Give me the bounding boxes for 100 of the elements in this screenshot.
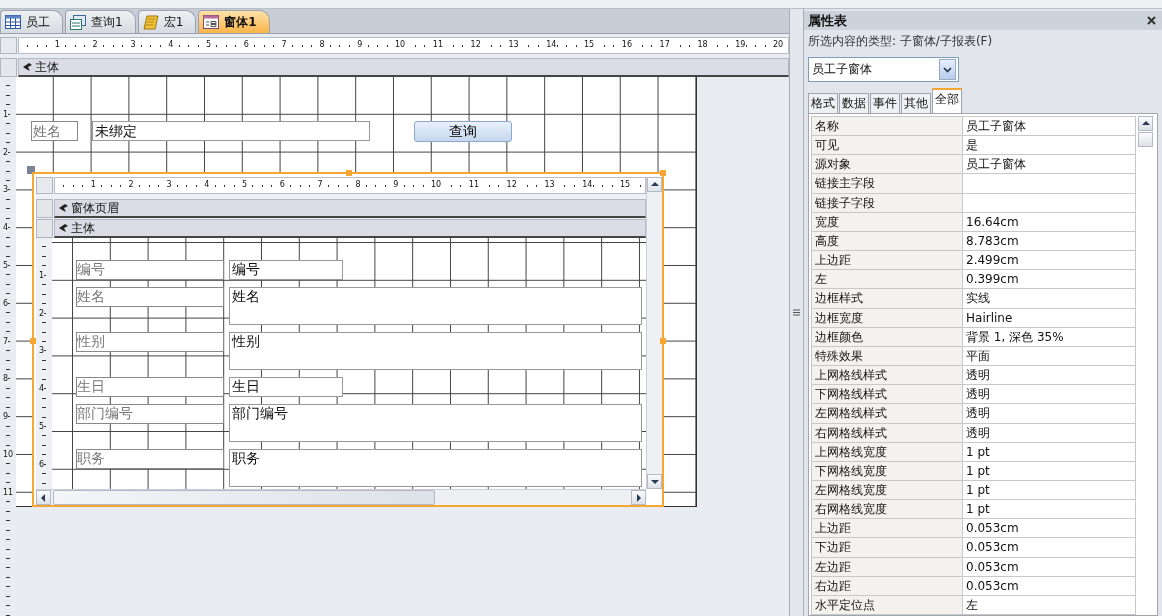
property-value[interactable]: 0.053cm <box>963 519 1136 538</box>
section-bar[interactable]: 主体 <box>54 219 646 238</box>
property-name: 左 <box>811 270 963 289</box>
property-value[interactable]: 员工子窗体 <box>963 155 1136 174</box>
ruler-number: 3 <box>3 185 9 196</box>
ruler-number: 6 <box>242 39 250 50</box>
property-name: 下网格线样式 <box>811 385 963 404</box>
panel-title: 属性表 <box>808 11 847 30</box>
section-selector[interactable] <box>0 58 17 77</box>
ruler-number: 2 <box>3 147 9 158</box>
ruler-number: 4 <box>3 223 9 234</box>
selection-type-label: 所选内容的类型: 子窗体/子报表(F) <box>808 33 994 50</box>
close-icon[interactable] <box>1147 16 1156 25</box>
property-name: 名称 <box>811 117 963 136</box>
property-value[interactable]: 是 <box>963 136 1136 155</box>
scroll-up-button[interactable] <box>1138 116 1153 131</box>
text-box[interactable]: 未绑定 <box>92 121 370 141</box>
ruler-number: 20 <box>772 39 785 50</box>
scroll-icon <box>142 14 159 30</box>
scroll-thumb[interactable] <box>1138 132 1153 147</box>
ruler-number: 9 <box>3 412 9 423</box>
ruler-number: 19 <box>734 39 747 50</box>
scroll-left-button[interactable] <box>36 490 51 505</box>
text-box[interactable]: 姓名 <box>229 287 642 325</box>
horizontal-scrollbar[interactable] <box>36 489 646 505</box>
property-name: 上网格线样式 <box>811 366 963 385</box>
query-button[interactable]: 查询 <box>414 121 512 142</box>
property-name: 可见 <box>811 136 963 155</box>
property-tab[interactable]: 全部 <box>932 88 962 113</box>
move-handle[interactable] <box>27 166 35 174</box>
property-tab[interactable]: 其他 <box>901 93 931 113</box>
text-box[interactable]: 部门编号 <box>229 404 642 442</box>
field-label: 性别 <box>76 332 224 352</box>
field-label: 生日 <box>76 377 224 397</box>
property-value[interactable]: 透明 <box>963 404 1136 423</box>
scroll-right-button[interactable] <box>631 490 646 505</box>
section-selector[interactable] <box>36 199 53 218</box>
text-box[interactable]: 性别 <box>229 332 642 370</box>
resize-handle[interactable] <box>30 338 36 344</box>
ruler-corner[interactable] <box>0 37 17 54</box>
ruler-number: 8 <box>3 374 9 385</box>
ruler-number: 7 <box>3 336 9 347</box>
ruler-corner[interactable] <box>36 177 53 194</box>
chevron-down-icon <box>943 66 952 73</box>
document-tab[interactable]: 宏1 <box>137 10 197 33</box>
ruler-number: 5 <box>241 179 249 190</box>
grip-icon <box>793 309 800 316</box>
ruler-number: 1 <box>3 109 9 120</box>
vertical-scrollbar[interactable] <box>646 177 662 489</box>
ruler-number: 4 <box>203 179 211 190</box>
property-value[interactable]: 0.399cm <box>963 270 1136 289</box>
ruler-number: 5 <box>205 39 213 50</box>
scroll-thumb[interactable] <box>53 490 435 505</box>
field-label: 姓名 <box>76 287 224 307</box>
scroll-down-button[interactable] <box>647 474 662 489</box>
ruler-number: 2 <box>39 308 45 319</box>
ruler-number: 9 <box>392 179 400 190</box>
property-name: 左网格线样式 <box>811 404 963 423</box>
property-value[interactable]: 2.499cm <box>963 251 1136 270</box>
text-box[interactable]: 编号 <box>229 260 343 280</box>
field-label: 部门编号 <box>76 404 224 424</box>
property-tab[interactable]: 格式 <box>808 93 838 113</box>
section-bar[interactable]: 主体 <box>18 58 790 77</box>
ruler-number: 12 <box>469 39 482 50</box>
property-tab[interactable]: 事件 <box>870 93 900 113</box>
ruler-number: 13 <box>507 39 520 50</box>
property-value[interactable]: 0.053cm <box>963 538 1136 557</box>
property-value[interactable]: 实线 <box>963 289 1136 308</box>
field-label: 编号 <box>76 260 224 280</box>
section-title: 主体 <box>35 58 59 76</box>
section-selector[interactable] <box>36 219 53 238</box>
property-value[interactable]: 透明 <box>963 366 1136 385</box>
property-name: 上边距 <box>811 251 963 270</box>
text-box[interactable]: 职务 <box>229 449 642 487</box>
document-tab[interactable]: 员工 <box>0 10 63 33</box>
ruler-number: 4 <box>167 39 175 50</box>
resize-handle[interactable] <box>660 170 666 176</box>
property-tab[interactable]: 数据 <box>839 93 869 113</box>
ruler-number: 16 <box>620 39 633 50</box>
ruler-number: 1 <box>39 270 45 281</box>
scroll-up-button[interactable] <box>647 177 662 192</box>
splitter[interactable] <box>790 9 803 616</box>
property-value[interactable]: 透明 <box>963 385 1136 404</box>
section-bar[interactable]: 窗体页眉 <box>54 199 646 218</box>
ruler-number: 12 <box>505 179 518 190</box>
resize-handle[interactable] <box>660 338 666 344</box>
field-label: 姓名 <box>31 121 78 141</box>
resize-handle[interactable] <box>346 170 352 176</box>
document-tab[interactable]: 查询1 <box>65 10 136 33</box>
document-tab[interactable]: 窗体1 <box>198 10 270 33</box>
ruler-number: 15 <box>583 39 596 50</box>
subform-control[interactable]: 1 2 3 4 5 6 7 8 9 10 11 12 13 14 15 窗体页眉 主体 1 2 3 4 5 6 编号 编号 姓名 姓名 性别 性别 生日 生日 部门编号 部门编号 职务 职务 <box>32 172 664 507</box>
ruler-number: 8 <box>354 179 362 190</box>
ruler-number: 14 <box>545 39 558 50</box>
ruler-number: 10 <box>394 39 407 50</box>
object-dropdown[interactable]: 员工子窗体 <box>808 57 959 82</box>
text-box[interactable]: 生日 <box>229 377 343 397</box>
collapse-icon[interactable] <box>23 62 32 72</box>
property-value[interactable]: 员工子窗体 <box>963 117 1136 136</box>
ruler-number: 1 <box>89 179 97 190</box>
